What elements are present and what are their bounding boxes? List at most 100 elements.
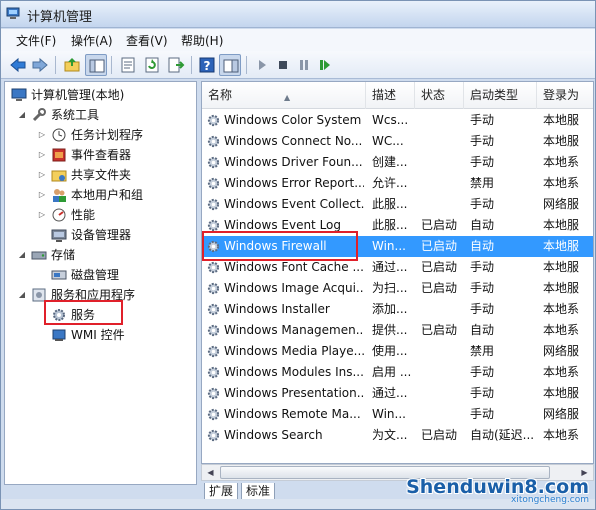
service-gear-icon	[207, 177, 220, 190]
tree-item-label: 性能	[71, 208, 96, 222]
table-row[interactable]: Windows Image Acqui... 为扫... 已启动 手动 本地服	[202, 278, 593, 299]
menu-help[interactable]: 帮助(H)	[181, 32, 223, 49]
storage-icon	[31, 251, 47, 260]
service-startup-type: 手动	[470, 365, 495, 379]
table-row[interactable]: Windows Managemen... 提供... 已启动 自动 本地系	[202, 320, 593, 341]
scroll-left-icon[interactable]: ◀	[202, 465, 219, 480]
pause-icon	[300, 60, 308, 70]
table-row[interactable]: Windows Driver Foun... 创建... 手动 本地系	[202, 152, 593, 173]
service-name: Windows Search	[224, 428, 323, 442]
service-log-on-as: 本地服	[543, 134, 580, 148]
service-status	[421, 362, 463, 383]
services-list: ▲ 名称 描述 状态 启动类型 登录为 Windows Color System…	[201, 81, 594, 464]
service-status: 已启动	[421, 239, 458, 253]
scroll-thumb[interactable]	[220, 466, 550, 479]
service-status	[421, 341, 463, 362]
horizontal-scrollbar[interactable]: ◀ ▶	[201, 464, 594, 481]
column-header-description[interactable]: 描述	[366, 82, 415, 109]
service-log-on-as: 网络服	[543, 197, 580, 211]
expand-arrow-icon[interactable]: ▷	[37, 150, 47, 160]
pause-service-button[interactable]	[293, 54, 315, 76]
column-header-name[interactable]: ▲ 名称	[202, 82, 366, 109]
service-status	[421, 110, 463, 131]
service-description: Wcs...	[372, 113, 409, 127]
list-header: ▲ 名称 描述 状态 启动类型 登录为	[202, 82, 593, 109]
expand-arrow-icon[interactable]: ▷	[37, 190, 47, 200]
column-header-status[interactable]: 状态	[415, 82, 464, 109]
table-row[interactable]: Windows Event Collect... 此服... 手动 网络服	[202, 194, 593, 215]
forward-button[interactable]	[29, 54, 51, 76]
service-gear-icon	[207, 156, 220, 169]
help-button[interactable]: ?	[196, 54, 218, 76]
title-bar[interactable]: 计算机管理	[1, 1, 595, 28]
menu-action[interactable]: 操作(A)	[71, 32, 113, 49]
service-startup-type: 自动	[470, 323, 495, 337]
column-header-log-on-as[interactable]: 登录为	[537, 82, 593, 109]
expand-arrow-icon[interactable]: ▷	[37, 210, 47, 220]
service-log-on-as: 本地服	[543, 386, 580, 400]
back-button[interactable]	[7, 54, 29, 76]
collapse-arrow-icon[interactable]: ◢	[17, 250, 27, 260]
export-button[interactable]	[165, 54, 187, 76]
service-status	[421, 404, 463, 425]
table-row[interactable]: Windows Media Playe... 使用... 禁用 网络服	[202, 341, 593, 362]
service-gear-icon	[207, 135, 220, 148]
service-description: 为文...	[372, 428, 408, 442]
service-gear-icon	[207, 198, 220, 211]
up-folder-icon	[64, 58, 80, 72]
service-name: Windows Installer	[224, 302, 330, 316]
service-startup-type: 自动(延迟...	[470, 428, 535, 442]
expand-arrow-icon[interactable]: ▷	[37, 130, 47, 140]
column-header-startup-type[interactable]: 启动类型	[464, 82, 537, 109]
restart-service-button[interactable]	[314, 54, 336, 76]
service-startup-type: 禁用	[470, 176, 495, 190]
status-bar	[1, 499, 595, 509]
service-status: 已启动	[421, 281, 458, 295]
firewall-highlight-box	[202, 231, 358, 261]
table-row[interactable]: Windows Error Report... 允许... 禁用 本地系	[202, 173, 593, 194]
table-row[interactable]: Windows Remote Ma... Win... 手动 网络服	[202, 404, 593, 425]
wmi-icon	[52, 329, 66, 341]
service-status	[421, 383, 463, 404]
table-row[interactable]: Windows Presentation... 通过... 手动 本地服	[202, 383, 593, 404]
service-status	[421, 152, 463, 173]
stop-service-button[interactable]	[272, 54, 294, 76]
service-description: 添加...	[372, 302, 408, 316]
service-log-on-as: 本地系	[543, 428, 580, 442]
tree-item-label: 存储	[51, 248, 76, 262]
tree-item-label: 设备管理器	[71, 228, 132, 242]
view-button[interactable]	[219, 54, 241, 76]
service-log-on-as: 本地服	[543, 113, 580, 127]
toolbar-separator	[111, 56, 112, 74]
service-log-on-as: 本地系	[543, 365, 580, 379]
menu-file[interactable]: 文件(F)	[16, 32, 56, 49]
table-row[interactable]: Windows Color System Wcs... 手动 本地服	[202, 110, 593, 131]
service-startup-type: 手动	[470, 134, 495, 148]
table-row[interactable]: Windows Installer 添加... 手动 本地系	[202, 299, 593, 320]
up-folder-button[interactable]	[61, 54, 83, 76]
shared-folder-icon	[51, 170, 67, 182]
service-description: 通过...	[372, 386, 408, 400]
service-gear-icon	[207, 261, 220, 274]
collapse-arrow-icon[interactable]: ◢	[17, 110, 27, 120]
service-status	[421, 194, 463, 215]
service-name: Windows Driver Foun...	[224, 155, 363, 169]
refresh-button[interactable]	[141, 54, 163, 76]
table-row[interactable]: Windows Search 为文... 已启动 自动(延迟... 本地系	[202, 425, 593, 446]
scroll-right-icon[interactable]: ▶	[576, 465, 593, 480]
service-gear-icon	[207, 303, 220, 316]
toolbar-separator	[246, 56, 247, 74]
collapse-arrow-icon[interactable]: ◢	[17, 290, 27, 300]
service-description: 启用 ...	[372, 365, 412, 379]
table-row[interactable]: Windows Modules Ins... 启用 ... 手动 本地系	[202, 362, 593, 383]
start-service-button[interactable]	[251, 54, 273, 76]
expand-arrow-icon[interactable]: ▷	[37, 170, 47, 180]
properties-button[interactable]	[117, 54, 139, 76]
service-description: 允许...	[372, 176, 408, 190]
show-hide-tree-button[interactable]	[85, 54, 107, 76]
menu-view[interactable]: 查看(V)	[126, 32, 168, 49]
computer-management-icon	[6, 7, 20, 19]
table-row[interactable]: Windows Connect No... WC... 手动 本地服	[202, 131, 593, 152]
properties-icon	[121, 57, 135, 73]
help-icon: ?	[199, 57, 215, 73]
